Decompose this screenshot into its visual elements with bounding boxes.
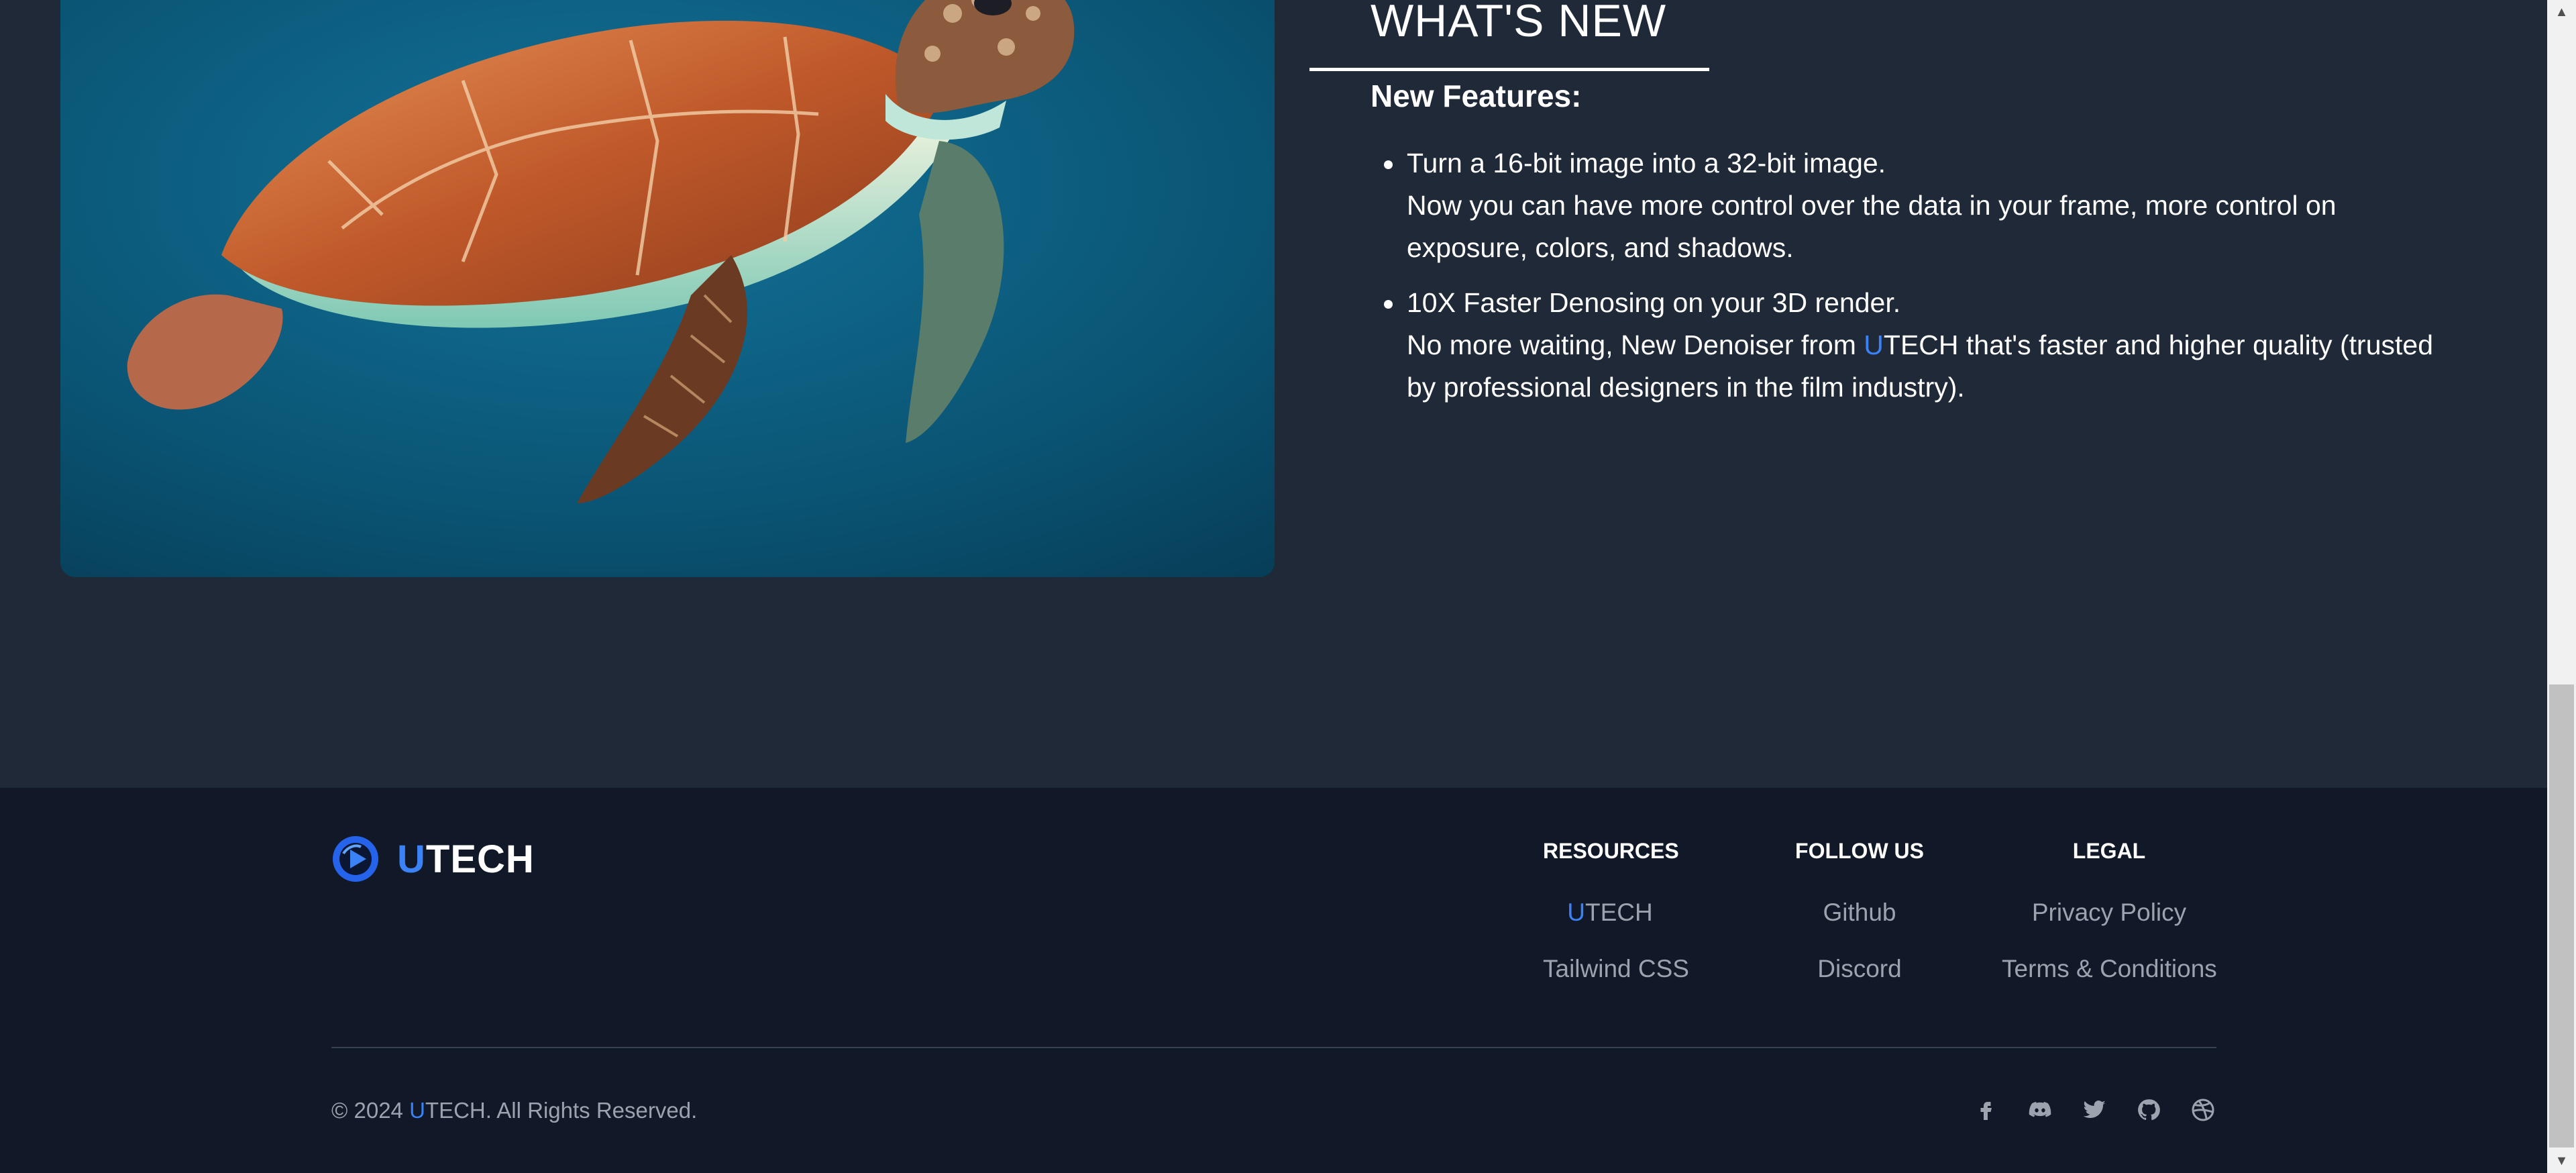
copyright-text: © 2024 UTECH. All Rights Reserved. <box>331 1098 697 1123</box>
title-underline <box>1309 68 1709 71</box>
footer: UTECH RESOURCES UTECH Tailwind CSS FOLLO… <box>0 788 2547 1173</box>
text: that's faster and higher quality (truste… <box>1958 329 2434 360</box>
brand-letter: U <box>397 837 426 881</box>
utech-link[interactable]: UTECH <box>1543 899 1677 927</box>
brand-text: TECH <box>425 1098 486 1123</box>
resources-column: RESOURCES UTECH Tailwind CSS <box>1543 839 1689 983</box>
brand-letter: U <box>409 1098 425 1123</box>
dribbble-icon[interactable] <box>2190 1096 2216 1123</box>
facebook-icon[interactable] <box>1972 1096 1999 1123</box>
follow-us-column: FOLLOW US Github Discord <box>1792 839 1927 983</box>
brand-letter: U <box>1864 329 1884 360</box>
features-list: Turn a 16-bit image into a 32-bit image.… <box>1371 142 2444 421</box>
brand-text: TECH <box>425 837 535 881</box>
logo-text: UTECH <box>397 837 535 882</box>
sea-turtle-image <box>60 0 1275 577</box>
page: WHAT'S NEW New Features: Turn a 16-bit i… <box>0 0 2547 1173</box>
feature-description: exposure, colors, and shadows. <box>1407 232 1794 263</box>
whats-new-title: WHAT'S NEW <box>1371 0 1667 46</box>
privacy-policy-link[interactable]: Privacy Policy <box>2002 899 2216 927</box>
discord-icon[interactable] <box>2027 1096 2053 1123</box>
scrollbar-thumb[interactable] <box>2549 684 2574 1148</box>
twitter-icon[interactable] <box>2081 1096 2108 1123</box>
new-features-heading: New Features: <box>1371 79 1582 113</box>
brand-letter: U <box>1567 899 1585 926</box>
link-label: TECH <box>1585 899 1653 926</box>
resources-heading: RESOURCES <box>1543 839 1679 863</box>
vertical-scrollbar[interactable]: ▲ ▼ <box>2547 0 2576 1173</box>
bullet <box>1384 160 1393 169</box>
footer-divider <box>331 1047 2216 1048</box>
scroll-down-icon[interactable]: ▼ <box>2547 1149 2576 1173</box>
feature-description: No more waiting, New Denoiser from UTECH… <box>1407 324 2444 366</box>
text: No more waiting, New Denoiser from <box>1407 329 1864 360</box>
brand-text: TECH <box>1883 329 1959 360</box>
terms-conditions-link[interactable]: Terms & Conditions <box>2002 955 2217 983</box>
tailwind-css-link[interactable]: Tailwind CSS <box>1543 955 1689 983</box>
discord-link[interactable]: Discord <box>1792 955 1927 983</box>
footer-logo[interactable]: UTECH <box>331 835 535 883</box>
logo-icon <box>333 836 378 882</box>
scroll-up-icon[interactable]: ▲ <box>2547 0 2576 24</box>
text: © 2024 <box>331 1098 410 1123</box>
bullet <box>1384 300 1393 309</box>
feature-headline: 10X Faster Denosing on your 3D render. <box>1407 287 1901 318</box>
github-link[interactable]: Github <box>1792 899 1927 927</box>
feature-item: 10X Faster Denosing on your 3D render. N… <box>1371 282 2444 409</box>
feature-description: Now you can have more control over the d… <box>1407 190 2337 221</box>
text: . All Rights Reserved. <box>485 1098 698 1123</box>
feature-description: by professional designers in the film in… <box>1407 372 1965 403</box>
feature-headline: Turn a 16-bit image into a 32-bit image. <box>1407 148 1886 178</box>
feature-item: Turn a 16-bit image into a 32-bit image.… <box>1371 142 2444 269</box>
github-icon[interactable] <box>2135 1096 2162 1123</box>
legal-heading: LEGAL <box>2072 839 2146 863</box>
social-links <box>1972 1096 2216 1123</box>
follow-us-heading: FOLLOW US <box>1795 839 1924 863</box>
legal-column: LEGAL Privacy Policy Terms & Conditions <box>2002 839 2217 983</box>
